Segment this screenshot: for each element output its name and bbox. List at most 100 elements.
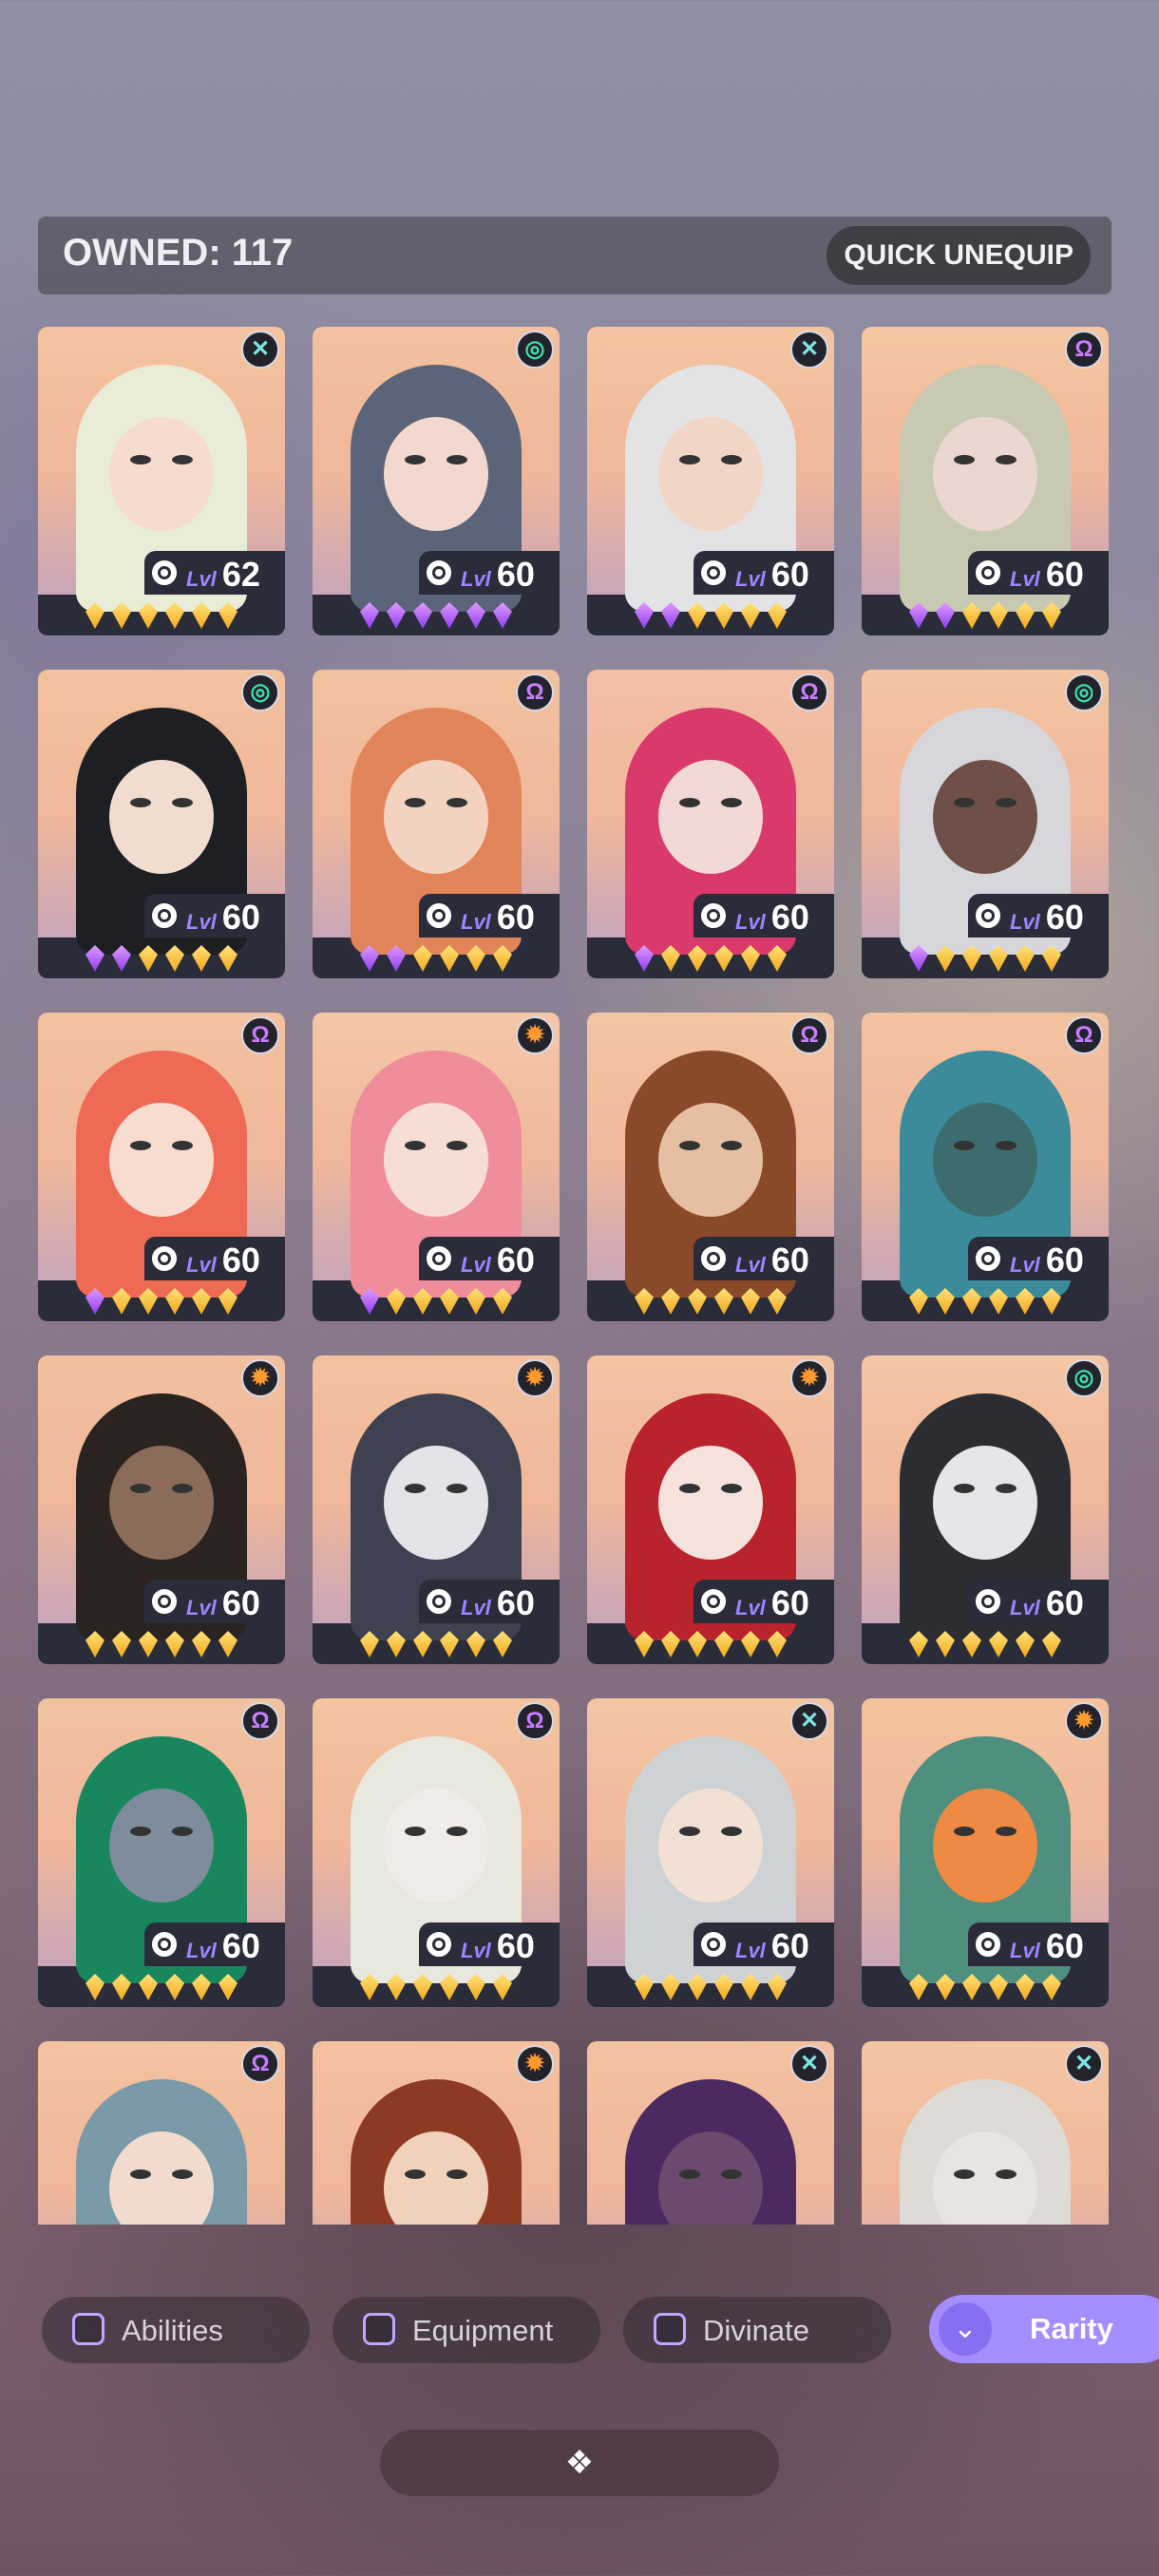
purple-gem-icon bbox=[936, 602, 955, 629]
gold-gem-icon bbox=[360, 1974, 379, 2000]
character-card[interactable]: ✹ Lvl 60 bbox=[38, 1355, 285, 1664]
eye bbox=[446, 2169, 467, 2179]
gold-gem-icon bbox=[466, 945, 485, 972]
eye bbox=[172, 2169, 193, 2179]
character-card[interactable]: ◎ Lvl 60 bbox=[862, 670, 1109, 978]
character-card[interactable]: ✕ bbox=[862, 2041, 1109, 2225]
rarity-sort-button[interactable]: ⌄ Rarity bbox=[929, 2295, 1159, 2363]
level-prefix: Lvl bbox=[461, 1253, 497, 1277]
character-card[interactable]: ✹ Lvl 60 bbox=[587, 1355, 834, 1664]
character-card[interactable]: ✹ Lvl 60 bbox=[313, 1013, 560, 1321]
character-card[interactable]: ✕ Lvl 60 bbox=[587, 1698, 834, 2007]
level-number: 60 bbox=[770, 1241, 809, 1279]
level-text: Lvl 60 bbox=[735, 1583, 809, 1623]
eye bbox=[446, 455, 467, 464]
character-face bbox=[658, 417, 763, 531]
star-gems bbox=[313, 1968, 560, 2007]
eye bbox=[130, 1827, 151, 1836]
collapse-panel-button[interactable]: ❖ bbox=[380, 2430, 779, 2496]
gold-gem-icon bbox=[112, 602, 131, 629]
character-card[interactable]: Ω Lvl 60 bbox=[587, 670, 834, 978]
level-number: 60 bbox=[770, 898, 809, 937]
level-prefix: Lvl bbox=[186, 910, 222, 934]
eye bbox=[954, 455, 975, 464]
gold-gem-icon bbox=[688, 1288, 707, 1315]
gold-gem-icon bbox=[192, 1288, 211, 1315]
character-card[interactable]: Ω Lvl 60 bbox=[313, 1698, 560, 2007]
equipment-filter[interactable]: Equipment bbox=[332, 2297, 600, 2363]
character-card[interactable]: ◎ Lvl 60 bbox=[862, 1355, 1109, 1664]
level-wheel-icon bbox=[697, 1585, 730, 1618]
gold-gem-icon bbox=[218, 1288, 238, 1315]
character-card[interactable]: ✹ bbox=[313, 2041, 560, 2225]
character-card[interactable]: Ω Lvl 60 bbox=[38, 1013, 285, 1321]
gold-gem-icon bbox=[139, 945, 158, 972]
divinate-filter[interactable]: Divinate bbox=[623, 2297, 891, 2363]
eye bbox=[130, 798, 151, 807]
gold-gem-icon bbox=[112, 1974, 131, 2000]
gold-gem-icon bbox=[192, 1631, 211, 1657]
character-card[interactable]: ✹ Lvl 60 bbox=[862, 1698, 1109, 2007]
level-number: 60 bbox=[770, 1583, 809, 1622]
gold-gem-icon bbox=[661, 1288, 680, 1315]
gold-gem-icon bbox=[936, 945, 955, 972]
star-gems bbox=[862, 939, 1109, 978]
gold-gem-icon bbox=[1042, 1974, 1061, 2000]
star-gems bbox=[587, 939, 834, 978]
gold-gem-icon bbox=[768, 1974, 787, 2000]
eye bbox=[996, 798, 1016, 807]
spiral-element-icon: ◎ bbox=[516, 331, 554, 369]
spiral-element-icon: ◎ bbox=[241, 673, 279, 711]
abilities-checkbox[interactable] bbox=[72, 2313, 104, 2345]
level-number: 60 bbox=[221, 1926, 260, 1965]
character-card[interactable]: ◎ Lvl 60 bbox=[38, 670, 285, 978]
level-text: Lvl 60 bbox=[461, 555, 535, 595]
gold-gem-icon bbox=[493, 1288, 512, 1315]
equipment-label: Equipment bbox=[412, 2314, 554, 2347]
gold-gem-icon bbox=[440, 1288, 459, 1315]
quick-unequip-button[interactable]: QUICK UNEQUIP bbox=[826, 226, 1091, 285]
level-number: 60 bbox=[496, 898, 535, 937]
level-number: 60 bbox=[770, 555, 809, 594]
character-card[interactable]: Ω Lvl 60 bbox=[587, 1013, 834, 1321]
level-number: 60 bbox=[770, 1926, 809, 1965]
character-card[interactable]: Ω Lvl 60 bbox=[862, 327, 1109, 635]
divinate-checkbox[interactable] bbox=[654, 2313, 686, 2345]
level-text: Lvl 60 bbox=[461, 1926, 535, 1966]
character-card[interactable]: ◎ Lvl 60 bbox=[313, 327, 560, 635]
eye bbox=[679, 2169, 700, 2179]
gold-gem-icon bbox=[661, 1631, 680, 1657]
eye bbox=[446, 1141, 467, 1150]
level-wheel-icon bbox=[423, 1928, 455, 1960]
character-card[interactable]: Ω bbox=[38, 2041, 285, 2225]
character-card[interactable]: Ω Lvl 60 bbox=[38, 1698, 285, 2007]
character-card[interactable]: Ω Lvl 60 bbox=[862, 1013, 1109, 1321]
eye bbox=[954, 1141, 975, 1150]
character-card[interactable]: ✹ Lvl 60 bbox=[313, 1355, 560, 1664]
gold-gem-icon bbox=[768, 945, 787, 972]
equipment-checkbox[interactable] bbox=[363, 2313, 395, 2345]
character-face bbox=[109, 417, 214, 531]
level-text: Lvl 62 bbox=[186, 555, 260, 595]
gold-gem-icon bbox=[139, 1631, 158, 1657]
gold-gem-icon bbox=[1042, 602, 1061, 629]
gold-gem-icon bbox=[688, 1974, 707, 2000]
gold-gem-icon bbox=[688, 945, 707, 972]
double-chevron-down-icon: ⌄ bbox=[939, 2302, 992, 2356]
level-wheel-icon bbox=[148, 1242, 180, 1275]
gold-gem-icon bbox=[635, 1974, 654, 2000]
omega-element-icon: Ω bbox=[790, 1016, 828, 1054]
gold-gem-icon bbox=[962, 945, 981, 972]
character-face bbox=[384, 417, 488, 531]
level-wheel-icon bbox=[697, 1928, 730, 1960]
character-card[interactable]: ✕ Lvl 62 bbox=[38, 327, 285, 635]
level-number: 60 bbox=[496, 1241, 535, 1279]
gold-gem-icon bbox=[387, 1631, 406, 1657]
character-card[interactable]: ✕ Lvl 60 bbox=[587, 327, 834, 635]
character-card[interactable]: ✕ bbox=[587, 2041, 834, 2225]
character-card[interactable]: Ω Lvl 60 bbox=[313, 670, 560, 978]
owned-header: OWNED: 117 QUICK UNEQUIP bbox=[38, 217, 1112, 294]
gold-gem-icon bbox=[714, 1974, 733, 2000]
purple-gem-icon bbox=[661, 602, 680, 629]
abilities-filter[interactable]: Abilities bbox=[42, 2297, 310, 2363]
